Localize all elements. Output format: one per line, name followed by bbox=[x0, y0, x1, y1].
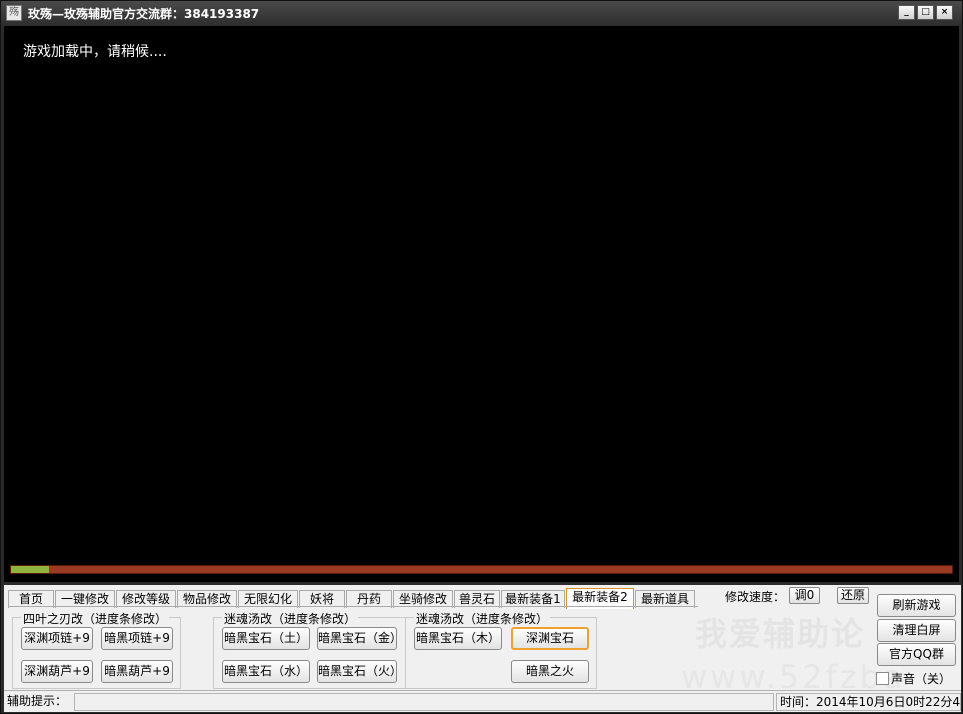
group-title: 迷魂汤改（进度条修改） bbox=[414, 610, 551, 627]
hint-text-field bbox=[74, 693, 774, 711]
clock-display: 时间：2014年10月6日0时22分47 bbox=[776, 693, 961, 711]
dark-gourd-button[interactable]: 暗黑葫芦+9 bbox=[101, 660, 173, 683]
dark-gem-water-button[interactable]: 暗黑宝石（水） bbox=[222, 660, 310, 683]
maximize-button[interactable]: □ bbox=[917, 5, 934, 20]
group-soul-soup-1: 迷魂汤改（进度条修改） 暗黑宝石（土） 暗黑宝石（金） 暗黑宝石（水） 暗黑宝石… bbox=[213, 610, 406, 689]
group-four-leaf-blade: 四叶之刃改（进度条修改） 深渊项链+9 暗黑项链+9 深渊葫芦+9 暗黑葫芦+9 bbox=[12, 610, 181, 689]
dark-gem-wood-button[interactable]: 暗黑宝石（木） bbox=[414, 627, 502, 650]
dark-gem-fire-button[interactable]: 暗黑宝石（火） bbox=[317, 660, 402, 683]
group-soul-soup-2: 迷魂汤改（进度条修改） 暗黑宝石（木） 深渊宝石 暗黑之火 bbox=[405, 610, 597, 689]
sound-toggle[interactable]: 声音（关） bbox=[876, 670, 951, 687]
group-title: 迷魂汤改（进度条修改） bbox=[222, 610, 359, 627]
status-bar: 辅助提示： 时间：2014年10月6日0时22分47 bbox=[4, 690, 961, 712]
abyss-gourd-button[interactable]: 深渊葫芦+9 bbox=[21, 660, 93, 683]
loading-message: 游戏加载中，请稍候.... bbox=[23, 44, 167, 60]
abyss-gem-button[interactable]: 深渊宝石 bbox=[511, 627, 589, 650]
tab-divider bbox=[8, 606, 698, 607]
game-viewport[interactable]: 游戏加载中，请稍候.... bbox=[4, 26, 959, 582]
speed-restore-button[interactable]: 还原 bbox=[837, 587, 869, 604]
speed-adjust-button[interactable]: 调0 bbox=[789, 587, 820, 604]
watermark-text: 我爱辅助论 bbox=[695, 615, 866, 653]
refresh-game-button[interactable]: 刷新游戏 bbox=[877, 594, 956, 617]
loading-progress-fill bbox=[11, 566, 49, 573]
dark-fire-button[interactable]: 暗黑之火 bbox=[511, 660, 589, 683]
sound-label: 声音（关） bbox=[891, 672, 952, 686]
title-bar[interactable]: 殇 玫殇—玫殇辅助官方交流群：384193387 _ □ × bbox=[1, 1, 962, 25]
speed-label: 修改速度： bbox=[725, 590, 786, 604]
minimize-button[interactable]: _ bbox=[898, 5, 915, 20]
app-logo-icon: 殇 bbox=[6, 5, 22, 21]
window-title: 玫殇—玫殇辅助官方交流群：384193387 bbox=[28, 7, 260, 21]
abyss-necklace-button[interactable]: 深渊项链+9 bbox=[21, 627, 93, 650]
loading-progress-bar bbox=[10, 565, 953, 574]
dark-gem-earth-button[interactable]: 暗黑宝石（土） bbox=[222, 627, 310, 650]
dark-gem-metal-button[interactable]: 暗黑宝石（金） bbox=[317, 627, 402, 650]
sound-checkbox[interactable] bbox=[876, 672, 889, 685]
close-button[interactable]: × bbox=[936, 5, 953, 20]
group-title: 四叶之刃改（进度条修改） bbox=[21, 610, 170, 627]
clear-white-screen-button[interactable]: 清理白屏 bbox=[877, 619, 956, 642]
dark-necklace-button[interactable]: 暗黑项链+9 bbox=[101, 627, 173, 650]
main-window: 殇 玫殇—玫殇辅助官方交流群：384193387 _ □ × 游戏加载中，请稍候… bbox=[0, 0, 963, 714]
hint-label: 辅助提示： bbox=[7, 694, 68, 708]
